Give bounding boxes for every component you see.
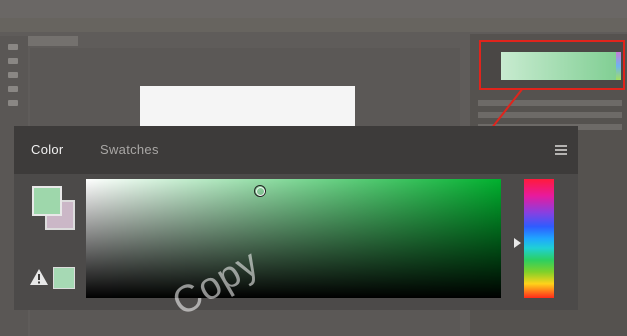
panel-menu-icon[interactable] xyxy=(555,145,567,155)
tool-icon[interactable] xyxy=(8,58,18,64)
tool-icon[interactable] xyxy=(8,44,18,50)
tab-color[interactable]: Color xyxy=(31,142,64,157)
tab-swatches[interactable]: Swatches xyxy=(100,142,159,157)
color-picker-cursor-icon[interactable] xyxy=(254,185,266,197)
app-menu-bar xyxy=(0,0,627,18)
document-canvas[interactable] xyxy=(140,86,355,128)
options-bar xyxy=(0,18,627,32)
highlighted-color-panel xyxy=(479,40,625,90)
mini-color-field[interactable] xyxy=(501,52,619,80)
panel-header: Color Swatches xyxy=(14,126,578,174)
gamut-color-swatch[interactable] xyxy=(53,267,75,289)
tool-icon[interactable] xyxy=(8,86,18,92)
foreground-color-swatch[interactable] xyxy=(32,186,62,216)
hue-slider-marker-icon[interactable] xyxy=(514,238,521,248)
gamut-warning-icon[interactable] xyxy=(29,267,49,287)
color-picker-field[interactable] xyxy=(86,179,501,298)
mini-hue-slider[interactable] xyxy=(616,52,621,80)
panel-row xyxy=(478,100,622,106)
tool-icon[interactable] xyxy=(8,72,18,78)
color-panel: Color Swatches xyxy=(14,126,578,310)
hue-slider[interactable] xyxy=(524,179,554,298)
tool-icon[interactable] xyxy=(8,100,18,106)
document-tab[interactable] xyxy=(28,36,78,46)
